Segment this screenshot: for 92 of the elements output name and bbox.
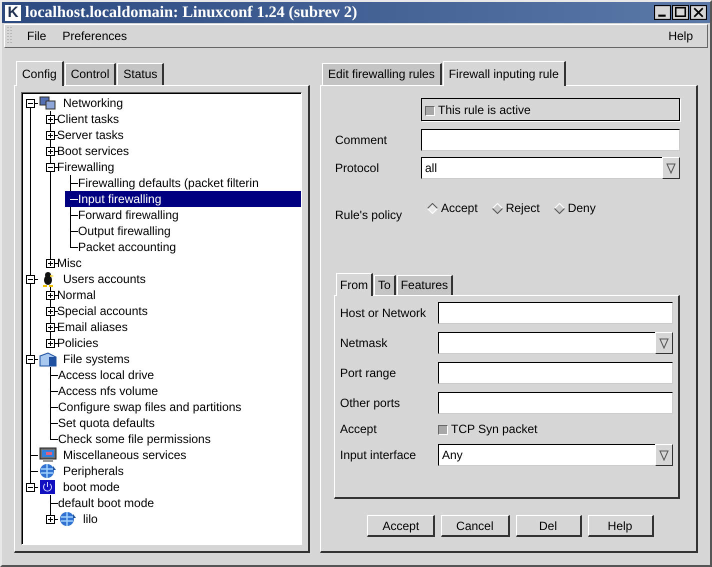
expand-icon[interactable] bbox=[46, 258, 55, 268]
tree-item[interactable]: Networking bbox=[25, 95, 301, 111]
tree-item[interactable]: Check some file permissions bbox=[45, 431, 301, 447]
tree-item[interactable]: boot mode bbox=[25, 479, 301, 495]
tree-item[interactable]: Server tasks bbox=[45, 127, 301, 143]
maximize-icon[interactable] bbox=[672, 5, 689, 20]
globe-icon bbox=[39, 463, 57, 479]
push-button[interactable]: Del bbox=[516, 515, 582, 537]
push-button[interactable]: Cancel bbox=[441, 515, 510, 537]
tab[interactable]: Firewall inputing rule bbox=[442, 61, 566, 86]
radio-button[interactable]: Accept bbox=[427, 201, 478, 215]
tree-item[interactable]: Configure swap files and partitions bbox=[45, 399, 301, 415]
tab[interactable]: Config bbox=[16, 61, 64, 86]
checkbox[interactable]: TCP Syn packet bbox=[438, 422, 673, 436]
tree-item[interactable]: Packet accounting bbox=[65, 239, 301, 255]
expand-icon[interactable] bbox=[46, 322, 55, 332]
tree-item[interactable]: Email aliases bbox=[45, 319, 301, 335]
tab[interactable]: From bbox=[336, 273, 373, 296]
menu-item[interactable]: Help bbox=[660, 27, 701, 45]
collapse-icon[interactable] bbox=[46, 162, 55, 172]
checkbox[interactable]: This rule is active bbox=[425, 102, 531, 116]
expand-icon[interactable] bbox=[46, 114, 55, 124]
dropdown-button[interactable] bbox=[655, 332, 673, 354]
folder-icon bbox=[39, 351, 57, 367]
tree-item[interactable]: Boot services bbox=[45, 143, 301, 159]
tree-item[interactable]: Misc bbox=[45, 255, 301, 271]
caret-icon bbox=[666, 162, 676, 174]
input-field[interactable] bbox=[421, 129, 680, 151]
tab[interactable]: Features bbox=[396, 275, 454, 295]
tree-item[interactable]: Client tasks bbox=[45, 111, 301, 127]
input-field[interactable] bbox=[438, 302, 673, 324]
dropdown-field[interactable] bbox=[438, 332, 673, 354]
tree-item[interactable]: Access local drive bbox=[45, 367, 301, 383]
field-label: Netmask bbox=[340, 336, 388, 350]
field-label: Comment bbox=[335, 133, 388, 147]
field-label: Rule's policy bbox=[335, 208, 403, 222]
tree-item[interactable]: File systems bbox=[25, 351, 301, 367]
field-label: Other ports bbox=[340, 396, 402, 410]
collapse-icon[interactable] bbox=[26, 274, 35, 284]
expand-icon[interactable] bbox=[46, 338, 55, 348]
push-button[interactable]: Accept bbox=[367, 515, 436, 537]
collapse-icon[interactable] bbox=[26, 98, 35, 108]
tree-item[interactable]: Peripherals bbox=[25, 463, 301, 479]
tab[interactable]: To bbox=[374, 275, 396, 295]
tree-item[interactable]: Policies bbox=[45, 335, 301, 351]
tree-item[interactable]: lilo bbox=[45, 511, 301, 527]
app-logo: K bbox=[5, 4, 21, 20]
tree-item[interactable]: Forward firewalling bbox=[65, 207, 301, 223]
expand-icon[interactable] bbox=[46, 514, 55, 524]
tree-item[interactable]: default boot mode bbox=[45, 495, 301, 511]
field-label: Host or Network bbox=[340, 306, 428, 320]
tree-item[interactable]: Special accounts bbox=[45, 303, 301, 319]
tree-item[interactable]: Input firewalling bbox=[65, 191, 301, 207]
tree-item[interactable]: Access nfs volume bbox=[45, 383, 301, 399]
menu-item[interactable]: File bbox=[19, 27, 54, 45]
tree-item[interactable]: Users accounts bbox=[25, 271, 301, 287]
push-button[interactable]: Help bbox=[588, 515, 654, 537]
minimize-icon[interactable] bbox=[654, 5, 671, 20]
tab[interactable]: Status bbox=[117, 63, 164, 85]
tree-item[interactable]: Output firewalling bbox=[65, 223, 301, 239]
radio-button[interactable]: Reject bbox=[492, 201, 540, 215]
collapse-icon[interactable] bbox=[26, 354, 35, 364]
radio-button[interactable]: Deny bbox=[554, 201, 596, 215]
expand-icon[interactable] bbox=[46, 306, 55, 316]
field-label: Input interface bbox=[340, 448, 418, 462]
field-label: Protocol bbox=[335, 161, 380, 175]
network-icon bbox=[39, 95, 57, 111]
tree-item[interactable]: Set quota defaults bbox=[45, 415, 301, 431]
field-label: Accept bbox=[340, 422, 378, 436]
menu-item[interactable]: Preferences bbox=[54, 27, 136, 45]
dropdown-button[interactable] bbox=[655, 444, 673, 466]
caret-icon bbox=[659, 449, 669, 461]
expand-icon[interactable] bbox=[46, 146, 55, 156]
input-field[interactable] bbox=[438, 362, 673, 384]
monitor-icon bbox=[39, 447, 57, 463]
globe-icon bbox=[59, 511, 77, 527]
tree-item[interactable]: Miscellaneous services bbox=[25, 447, 301, 463]
collapse-icon[interactable] bbox=[26, 482, 35, 492]
tab[interactable]: Edit firewalling rules bbox=[322, 63, 442, 85]
field-label: Port range bbox=[340, 366, 398, 380]
tree-item[interactable]: Normal bbox=[45, 287, 301, 303]
window-title: localhost.localdomain: Linuxconf 1.24 (subrev 2) bbox=[25, 4, 358, 22]
input-field[interactable] bbox=[438, 392, 673, 414]
expand-icon[interactable] bbox=[46, 290, 55, 300]
tree-item[interactable]: Firewalling defaults (packet filterin bbox=[65, 175, 301, 191]
power-icon bbox=[39, 479, 57, 495]
tree-item[interactable]: Firewalling bbox=[45, 159, 301, 175]
dropdown-button[interactable] bbox=[662, 157, 680, 179]
close-icon[interactable] bbox=[690, 5, 707, 20]
tab[interactable]: Control bbox=[64, 63, 116, 85]
expand-icon[interactable] bbox=[46, 130, 55, 140]
caret-icon bbox=[659, 337, 669, 349]
